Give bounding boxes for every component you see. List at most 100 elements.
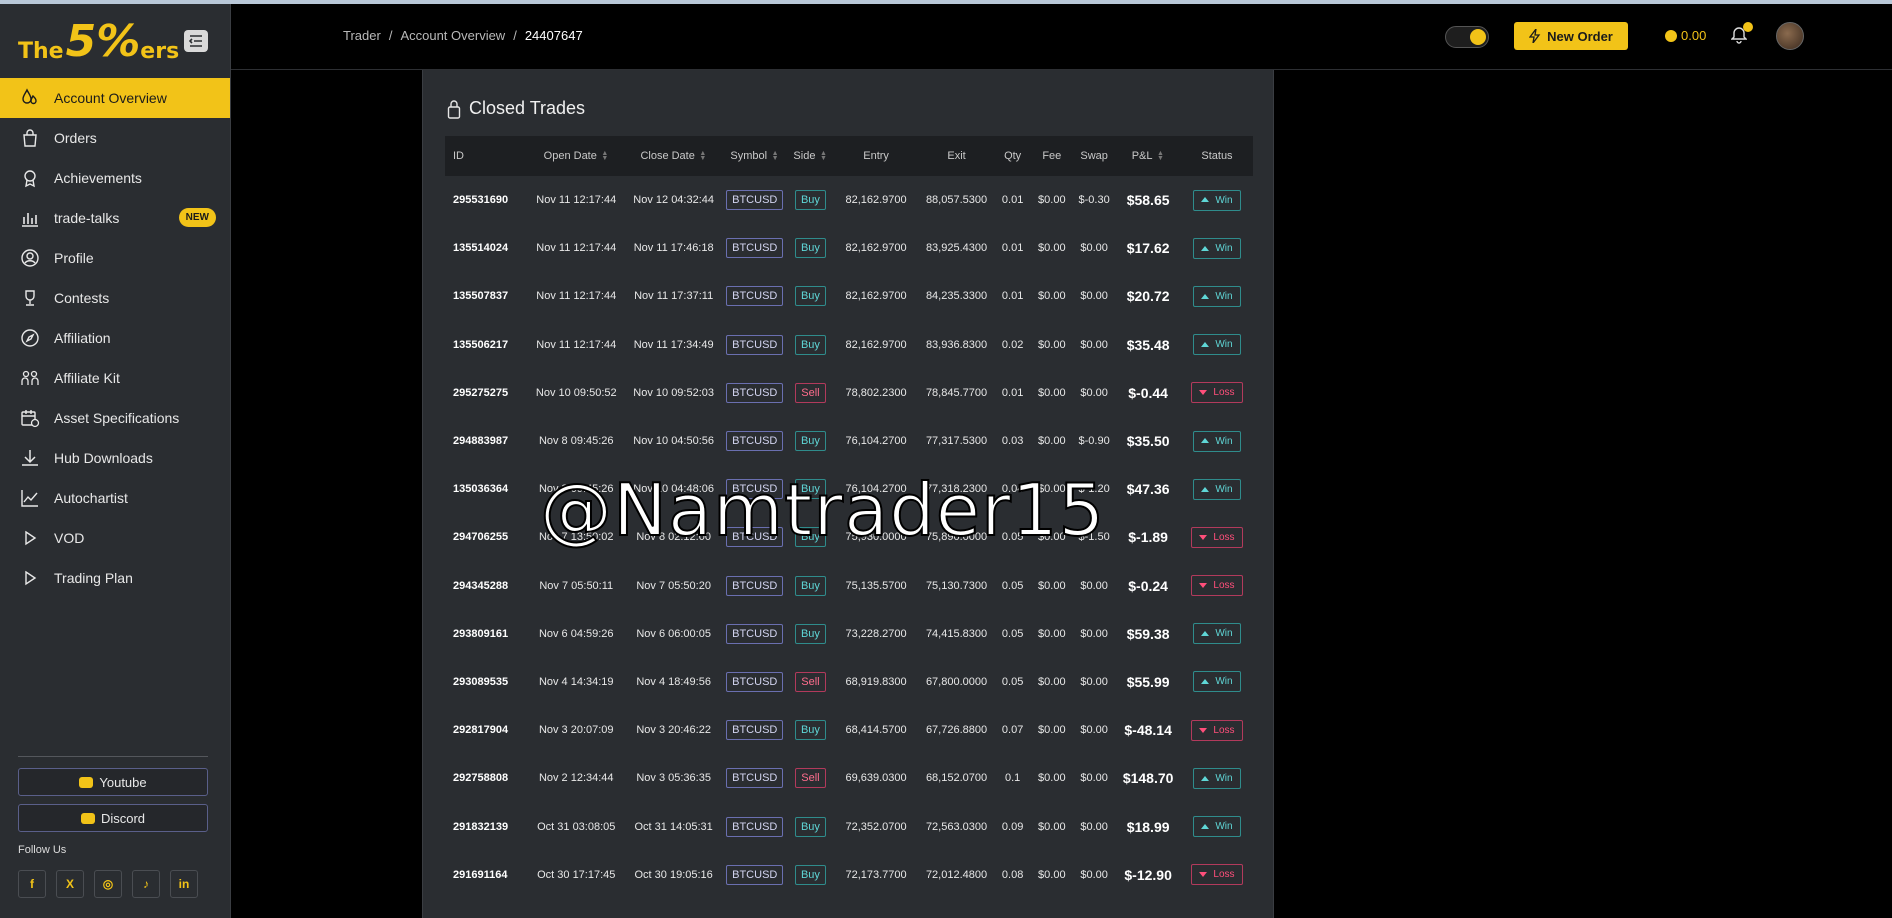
sidebar-item-affiliate-kit[interactable]: Affiliate Kit [0,358,230,398]
swap: $0.00 [1080,242,1108,255]
discord-button[interactable]: Discord [18,804,208,832]
col-symbol[interactable]: Symbol ▲ ▼ [722,136,787,176]
side-tag: Sell [795,382,826,403]
sidebar-item-trading-plan[interactable]: Trading Plan [0,558,230,598]
facebook-icon[interactable]: f [18,870,46,898]
notifications-button[interactable] [1730,22,1753,46]
entry-price: 78,802.2300 [845,386,907,399]
status-badge: Loss [1191,382,1243,404]
table-row[interactable]: 294706255 Nov 7 13:50:02 Nov 8 02:12:00 BTC… [445,513,1253,561]
status-badge: Win [1193,189,1241,211]
table-row[interactable]: 135036364 Nov 8 09:45:26 Nov 10 04:48:06 BT… [445,465,1253,513]
status-label: Win [1215,676,1233,688]
sidebar-item-affiliation[interactable]: Affiliation [0,318,230,358]
fee: $0.00 [1038,194,1066,207]
side-tag: Buy [794,527,826,548]
table-row[interactable]: 295275275 Nov 10 09:50:52 Nov 10 09:52:03 B… [445,369,1253,417]
col-qty: Qty [1004,150,1022,162]
open-date: Nov 7 05:50:11 [539,579,614,592]
fee: $0.00 [1038,868,1066,881]
table-row[interactable]: 292758808 Nov 2 12:34:44 Nov 3 05:36:35 BTC… [445,754,1253,802]
sidebar-item-achievements[interactable]: Achievements [0,158,230,198]
sidebar-item-contests[interactable]: Contests [0,278,230,318]
cell-symbol: BTCUSD [722,802,787,850]
exit-price: 72,563.0300 [925,820,988,833]
pnl-value: $59.38 [1126,625,1170,642]
side-tag: Sell [795,671,826,692]
avatar[interactable] [1776,22,1804,50]
notification-count-badge [1743,22,1753,32]
trade-id: 292817904 [453,724,509,737]
breadcrumb-account-overview[interactable]: Account Overview [400,28,505,43]
table-row[interactable]: 294345288 Nov 7 05:50:11 Nov 7 05:50:20 BTC… [445,562,1253,610]
sidebar-item-orders[interactable]: Orders [0,118,230,158]
new-order-button[interactable]: New Order [1514,22,1628,50]
table-row[interactable]: 293089535 Nov 4 14:34:19 Nov 4 18:49:56 BTC… [445,658,1253,706]
symbol-tag: BTCUSD [726,479,784,500]
cell-status: Win [1181,176,1253,224]
cell-status: Loss [1181,562,1253,610]
close-date: Nov 7 05:50:20 [636,579,711,592]
sidebar-item-vod[interactable]: VOD [0,518,230,558]
caret-up-icon [1201,197,1210,203]
pnl-value: $18.99 [1126,818,1170,835]
linkedin-icon[interactable]: in [170,870,198,898]
status-label: Loss [1213,387,1235,399]
table-row[interactable]: 294883987 Nov 8 09:45:26 Nov 10 04:50:56 BT… [445,417,1253,465]
sidebar-nav: Account Overview Orders Achievements trade-… [0,78,230,598]
status-label: Win [1215,628,1233,640]
table-row[interactable]: 292817904 Nov 3 20:07:09 Nov 3 20:46:22 BTC… [445,706,1253,754]
col-side[interactable]: Side ▲ ▼ [787,136,834,176]
instagram-icon[interactable]: ◎ [94,870,122,898]
exit-price: 88,057.5300 [925,194,988,207]
theme-toggle[interactable] [1445,26,1489,48]
fee: $0.00 [1038,579,1066,592]
col-pnl[interactable]: P&L ▲ ▼ [1115,136,1181,176]
sidebar-item-profile[interactable]: Profile [0,238,230,278]
exit-price: 67,800.0000 [925,675,988,688]
sort-icon: ▲ ▼ [601,150,609,163]
x-icon[interactable]: X [56,870,84,898]
table-row[interactable]: 135507837 Nov 11 12:17:44 Nov 11 17:37:11 B… [445,272,1253,320]
fee: $0.00 [1038,435,1066,448]
col-open-date[interactable]: Open Date ▲ ▼ [528,136,625,176]
status-badge: Loss [1191,864,1243,886]
status-label: Win [1215,821,1233,833]
quantity: 0.05 [1001,675,1024,688]
table-row[interactable]: 293809161 Nov 6 04:59:26 Nov 6 06:00:05 BTC… [445,610,1253,658]
tiktok-icon[interactable]: ♪ [132,870,160,898]
breadcrumb-trader[interactable]: Trader [343,28,381,43]
sidebar-item-autochartist[interactable]: Autochartist [0,478,230,518]
quantity: 0.1 [1004,772,1021,785]
logo[interactable]: The 5% ers [18,14,179,65]
exit-price: 75,890.0000 [925,531,988,544]
sidebar-item-trade-talks[interactable]: trade-talks NEW [0,198,230,238]
caret-up-icon [1201,486,1210,492]
col-close-date[interactable]: Close Date ▲ ▼ [625,136,722,176]
pnl-value: $35.50 [1126,433,1170,450]
lightning-icon [1529,29,1541,43]
table-row[interactable]: 135514024 Nov 11 12:17:44 Nov 11 17:46:18 B… [445,224,1253,272]
bar-chart-icon [20,208,40,228]
fee: $0.00 [1038,724,1066,737]
sidebar-item-label: Trading Plan [54,570,133,586]
cell-side: Buy [787,706,834,754]
quantity: 0.07 [1001,724,1024,737]
collapse-sidebar-button[interactable] [184,30,208,52]
sidebar-item-asset-specifications[interactable]: Asset Specifications [0,398,230,438]
side-tag: Buy [794,431,826,452]
sidebar-item-account-overview[interactable]: Account Overview [0,78,230,118]
quantity: 0.05 [1001,579,1024,592]
pnl-value: $-12.90 [1124,866,1172,883]
sidebar-item-hub-downloads[interactable]: Hub Downloads [0,438,230,478]
table-row[interactable]: 135506217 Nov 11 12:17:44 Nov 11 17:34:49 B… [445,321,1253,369]
youtube-button[interactable]: Youtube [18,768,208,796]
col-status: Status [1201,150,1233,162]
table-row[interactable]: 291832139 Oct 31 03:08:05 Oct 31 14:05:31 B… [445,802,1253,850]
side-tag: Buy [794,334,826,355]
status-badge: Loss [1191,526,1243,548]
table-row[interactable]: 291691164 Oct 30 17:17:45 Oct 30 19:05:16 B… [445,851,1253,899]
table-row[interactable]: 295531690 Nov 11 12:17:44 Nov 12 04:32:44 B… [445,176,1253,224]
fee: $0.00 [1038,627,1066,640]
open-date: Nov 6 04:59:26 [538,627,614,640]
